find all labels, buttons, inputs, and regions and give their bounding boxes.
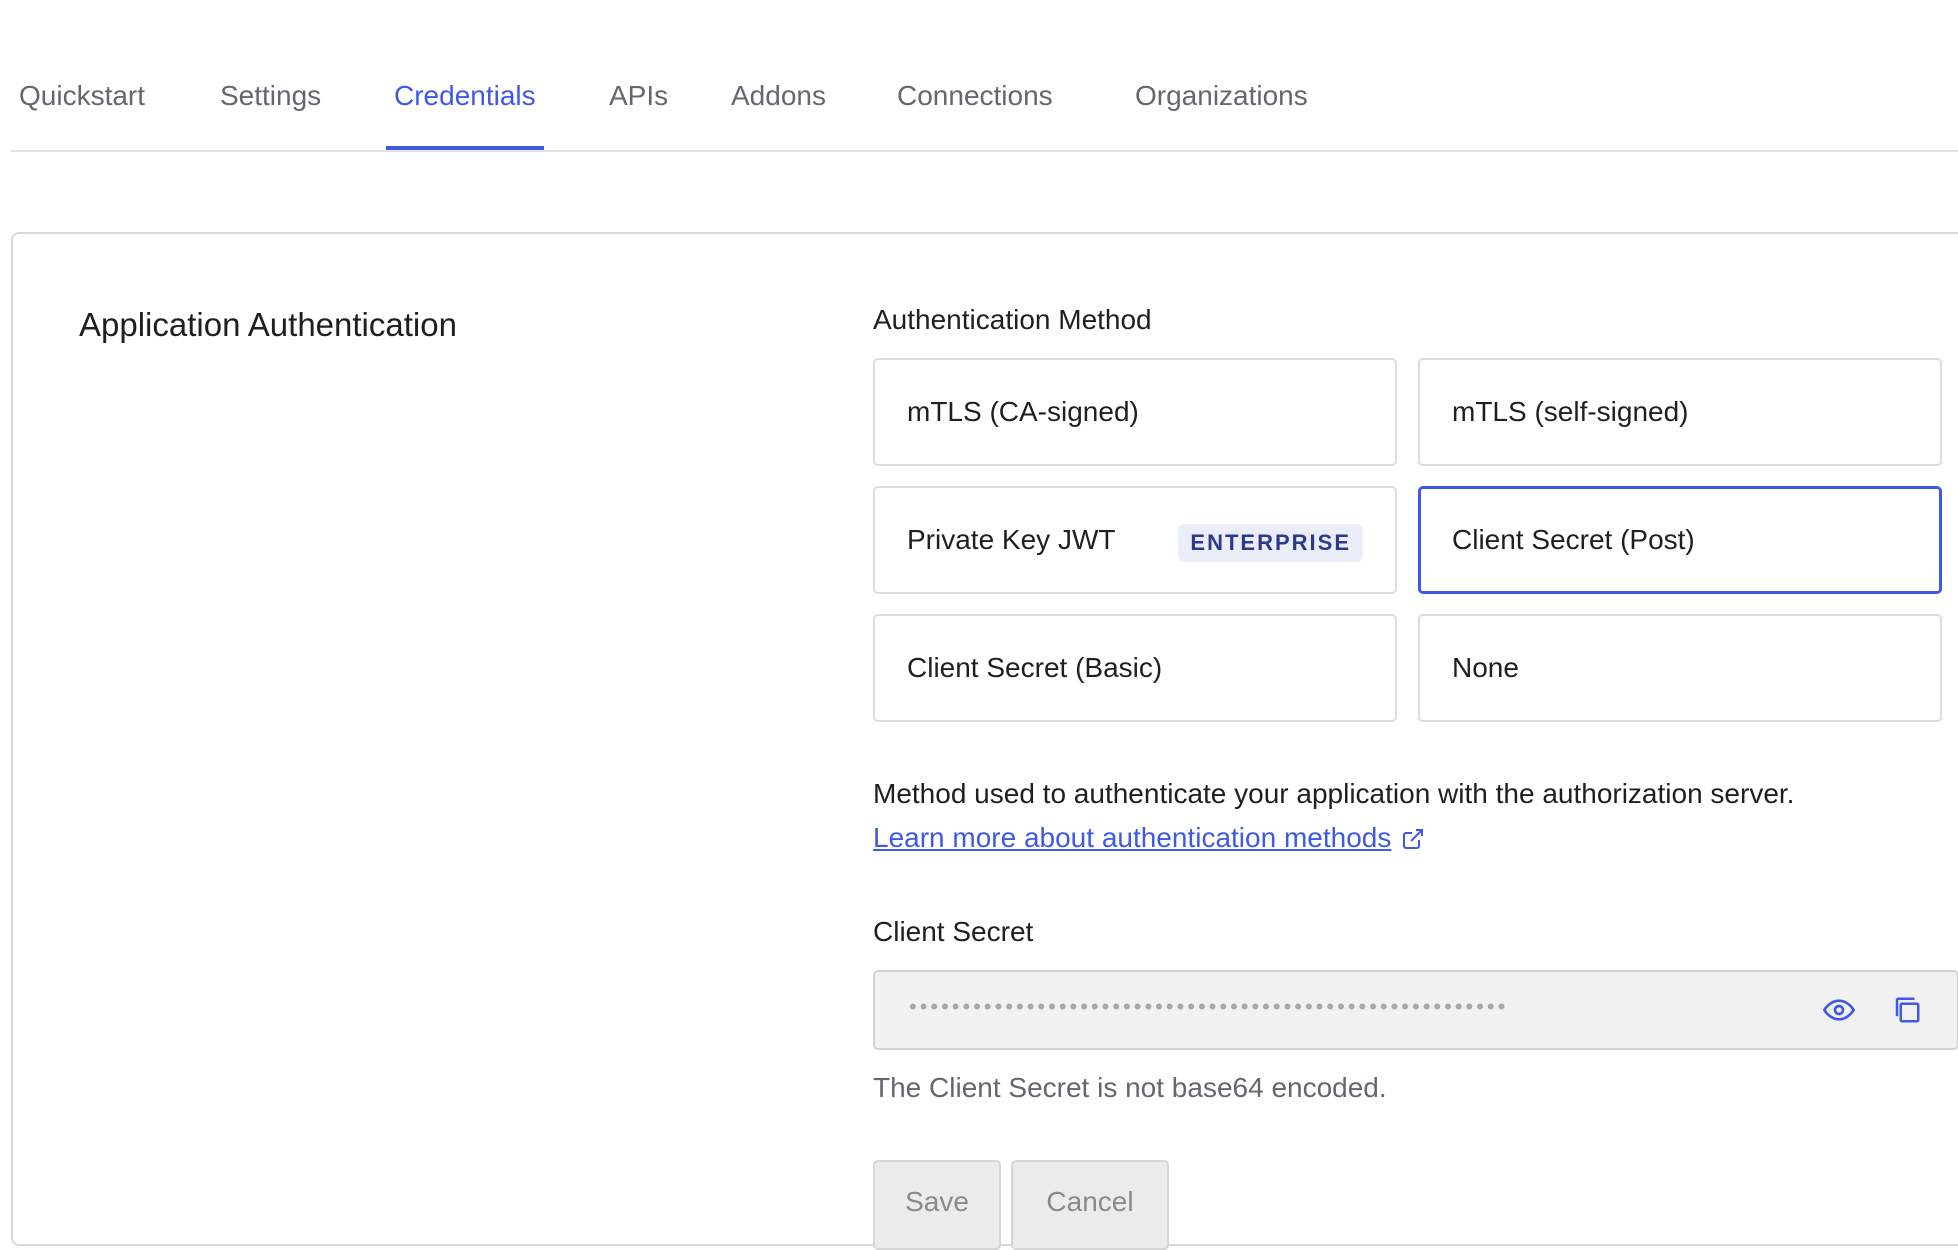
auth-option-label: Client Secret (Post): [1452, 524, 1695, 555]
client-secret-note: The Client Secret is not base64 encoded.: [873, 1072, 1387, 1103]
auth-option-private-key-jwt[interactable]: Private Key JWT ENTERPRISE: [873, 486, 1397, 594]
auth-option-mtls-self-signed[interactable]: mTLS (self-signed): [1418, 358, 1942, 466]
tab-label: Organizations: [1135, 80, 1308, 111]
auth-option-label: mTLS (CA-signed): [907, 396, 1139, 427]
auth-option-client-secret-post[interactable]: Client Secret (Post): [1418, 486, 1942, 594]
client-secret-masked-value: ••••••••••••••••••••••••••••••••••••••••…: [909, 994, 1509, 1019]
tab-settings[interactable]: Settings: [212, 80, 329, 148]
tab-label: Addons: [731, 80, 826, 111]
tab-credentials[interactable]: Credentials: [386, 80, 544, 150]
save-button[interactable]: Save: [873, 1160, 1001, 1250]
auth-option-label: Client Secret (Basic): [907, 652, 1163, 683]
tab-apis[interactable]: APIs: [601, 80, 676, 148]
tab-label: APIs: [609, 80, 669, 111]
auth-option-label: None: [1452, 652, 1519, 683]
auth-option-client-secret-basic[interactable]: Client Secret (Basic): [873, 614, 1397, 722]
auth-option-none[interactable]: None: [1418, 614, 1942, 722]
learn-more-link-text: Learn more about authentication methods: [873, 822, 1392, 853]
client-secret-field[interactable]: ••••••••••••••••••••••••••••••••••••••••…: [873, 970, 1958, 1050]
external-link-icon: [1403, 829, 1424, 849]
tab-organizations[interactable]: Organizations: [1127, 80, 1316, 148]
learn-more-link[interactable]: Learn more about authentication methods: [873, 822, 1425, 854]
tab-label: Settings: [220, 80, 322, 111]
tab-connections[interactable]: Connections: [889, 80, 1061, 148]
tab-label: Quickstart: [19, 80, 146, 111]
tab-label: Credentials: [394, 80, 536, 111]
auth-option-label: Private Key JWT: [907, 524, 1116, 555]
client-secret-label: Client Secret: [873, 916, 1034, 947]
tab-quickstart[interactable]: Quickstart: [11, 80, 153, 148]
application-authentication-card: Application Authentication Authenticatio…: [11, 232, 1958, 1250]
enterprise-badge: ENTERPRISE: [1178, 524, 1363, 562]
eye-icon[interactable]: [1821, 992, 1857, 1028]
auth-option-mtls-ca-signed[interactable]: mTLS (CA-signed): [873, 358, 1397, 466]
copy-icon[interactable]: [1889, 992, 1925, 1028]
tab-bar: Quickstart Settings Credentials APIs Add…: [11, 60, 1958, 152]
tab-label: Connections: [897, 80, 1053, 111]
active-tab-indicator: [386, 146, 544, 150]
auth-method-help-text: Method used to authenticate your applica…: [873, 778, 1795, 809]
section-title: Application Authentication: [79, 306, 457, 343]
auth-option-label: mTLS (self-signed): [1452, 396, 1689, 427]
authentication-method-label: Authentication Method: [873, 304, 1152, 335]
cancel-button[interactable]: Cancel: [1011, 1160, 1169, 1250]
tab-addons[interactable]: Addons: [723, 80, 834, 148]
